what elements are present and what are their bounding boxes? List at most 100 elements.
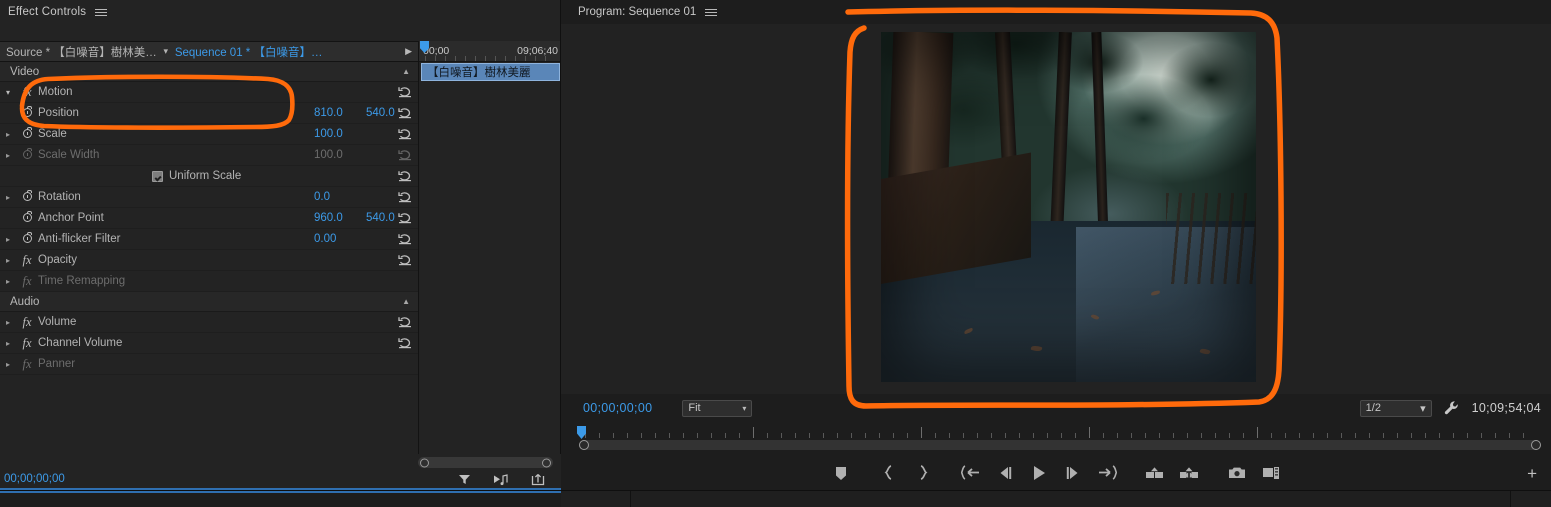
reset-icon[interactable] (398, 212, 411, 224)
collapse-caret-icon[interactable]: ▲ (402, 297, 410, 306)
disclosure-triangle-icon[interactable]: ▸ (0, 360, 16, 369)
zoom-level-select[interactable]: Fit ▾ (682, 399, 753, 417)
program-monitor-panel: Program: Sequence 01 00;00;00;00 Fit ▾ 1… (561, 0, 1551, 490)
property-row-rotation[interactable]: ▸ Rotation 0.0 (0, 187, 418, 208)
playback-resolution-select[interactable]: 1/2 ▾ (1359, 399, 1432, 417)
property-row-volume[interactable]: ▸ fx Volume (0, 312, 418, 333)
timeline-ruler[interactable]: 00;00 09;06;40 (419, 41, 560, 62)
disclosure-triangle-icon[interactable]: ▾ (0, 88, 16, 97)
fx-icon: fx (22, 314, 32, 329)
disclosure-triangle-icon[interactable]: ▸ (0, 277, 16, 286)
stopwatch-toggle-scale[interactable] (16, 127, 38, 140)
panel-title: Program: Sequence 01 (578, 6, 697, 18)
scrub-left-handle[interactable] (579, 440, 589, 450)
timeline-clip-bar[interactable]: 【白噪音】樹林美麗 (421, 63, 560, 81)
reset-icon[interactable] (398, 233, 411, 245)
reset-icon[interactable] (398, 191, 411, 203)
uniform-scale-checkbox[interactable] (152, 170, 163, 182)
reset-icon[interactable] (398, 316, 411, 328)
reset-icon[interactable] (398, 170, 411, 182)
property-row-position[interactable]: Position 810.0 540.0 (0, 103, 418, 124)
mark-in-icon[interactable] (872, 461, 906, 485)
reset-icon[interactable] (398, 128, 411, 140)
disclosure-triangle-icon[interactable]: ▸ (0, 318, 16, 327)
property-row-uniform-scale[interactable]: Uniform Scale (0, 166, 418, 187)
disclosure-triangle-icon[interactable]: ▸ (0, 256, 16, 265)
scrollbar-left-handle[interactable] (420, 458, 429, 467)
disclosure-triangle-icon[interactable]: ▸ (0, 235, 16, 244)
video-group-header[interactable]: Video ▲ (0, 62, 418, 82)
extract-icon[interactable] (1172, 461, 1206, 485)
stopwatch-toggle-anti-flicker[interactable] (16, 232, 38, 245)
disclosure-triangle-icon[interactable]: ▸ (0, 130, 16, 139)
property-row-anti-flicker-filter[interactable]: ▸ Anti-flicker Filter 0.00 (0, 229, 418, 250)
property-row-motion[interactable]: ▾ fx Motion (0, 82, 418, 103)
program-monitor-transport: + (561, 458, 1551, 488)
play-stop-icon[interactable] (1022, 461, 1056, 485)
go-to-in-icon[interactable] (954, 461, 988, 485)
audio-group-header[interactable]: Audio ▲ (0, 292, 418, 312)
property-row-panner[interactable]: ▸ fx Panner (0, 354, 418, 375)
play-audio-icon[interactable] (493, 473, 509, 486)
disclosure-triangle-icon[interactable]: ▸ (0, 151, 16, 160)
video-preview-frame[interactable] (881, 32, 1256, 382)
step-forward-icon[interactable] (1056, 461, 1090, 485)
disclosure-triangle-icon[interactable]: ▸ (0, 193, 16, 202)
bottom-strip-left (0, 491, 561, 507)
bottom-panel-strip (0, 490, 1551, 507)
effect-controls-timecode[interactable]: 00;00;00;00 (0, 473, 65, 485)
chevron-down-icon[interactable]: ▾ (157, 46, 175, 57)
program-monitor-stage[interactable] (561, 24, 1551, 394)
program-monitor-controls: 00;00;00;00 Fit ▾ 1/2 ▾ 10;09;54;04 (561, 394, 1551, 422)
audio-group-label: Audio (10, 295, 40, 308)
reset-icon[interactable] (398, 254, 411, 266)
property-row-opacity[interactable]: ▸ fx Opacity (0, 250, 418, 271)
reset-icon[interactable] (398, 86, 411, 98)
reset-icon (398, 149, 411, 161)
source-tab-label[interactable]: Source * 【白噪音】樹林美… (0, 44, 157, 60)
stopwatch-toggle-rotation[interactable] (16, 190, 38, 203)
reset-icon[interactable] (398, 107, 411, 119)
property-row-scale[interactable]: ▸ Scale 100.0 (0, 124, 418, 145)
sequence-tab-label[interactable]: Sequence 01 * 【白噪音】… (175, 44, 323, 60)
export-icon[interactable] (531, 473, 545, 486)
property-row-channel-volume[interactable]: ▸ fx Channel Volume (0, 333, 418, 354)
scrub-zoom-bar[interactable] (579, 440, 1541, 450)
tab-overflow-arrow-icon[interactable]: ▶ (405, 46, 412, 57)
program-monitor-scrubbar[interactable] (561, 426, 1551, 450)
property-value-x[interactable]: 810.0 (314, 107, 366, 119)
filter-icon[interactable] (458, 473, 471, 486)
property-value[interactable]: 100.0 (314, 128, 366, 140)
property-value[interactable]: 0.0 (314, 191, 366, 203)
mark-out-icon[interactable] (906, 461, 940, 485)
comparison-view-icon[interactable] (1254, 461, 1288, 485)
property-value-x[interactable]: 960.0 (314, 212, 366, 224)
reset-icon[interactable] (398, 337, 411, 349)
effect-controls-timeline: 00;00 09;06;40 【白噪音】樹林美麗 (418, 41, 560, 454)
export-frame-camera-icon[interactable] (1220, 461, 1254, 485)
stopwatch-toggle-position[interactable] (16, 106, 38, 119)
button-editor-icon[interactable]: + (1527, 465, 1537, 482)
hamburger-menu-icon[interactable] (705, 8, 718, 16)
stopwatch-toggle-anchor-point[interactable] (16, 211, 38, 224)
zoom-level-value: Fit (688, 402, 701, 414)
go-to-out-icon[interactable] (1090, 461, 1124, 485)
ruler-ticks (419, 54, 560, 61)
scrub-right-handle[interactable] (1531, 440, 1541, 450)
property-row-time-remapping[interactable]: ▸ fx Time Remapping (0, 271, 418, 292)
playhead-timecode[interactable]: 00;00;00;00 (583, 401, 652, 415)
step-back-icon[interactable] (988, 461, 1022, 485)
property-label: Anti-flicker Filter (38, 233, 121, 245)
wrench-icon[interactable] (1444, 400, 1460, 416)
horizontal-scrollbar[interactable] (418, 457, 553, 468)
effect-controls-titlebar: Effect Controls (0, 0, 560, 24)
scrollbar-right-handle[interactable] (542, 458, 551, 467)
add-marker-icon[interactable] (824, 461, 858, 485)
property-row-anchor-point[interactable]: Anchor Point 960.0 540.0 (0, 208, 418, 229)
collapse-caret-icon[interactable]: ▲ (402, 67, 410, 76)
hamburger-menu-icon[interactable] (95, 8, 108, 16)
disclosure-triangle-icon[interactable]: ▸ (0, 339, 16, 348)
property-value[interactable]: 0.00 (314, 233, 366, 245)
lift-icon[interactable] (1138, 461, 1172, 485)
property-row-scale-width[interactable]: ▸ Scale Width 100.0 (0, 145, 418, 166)
